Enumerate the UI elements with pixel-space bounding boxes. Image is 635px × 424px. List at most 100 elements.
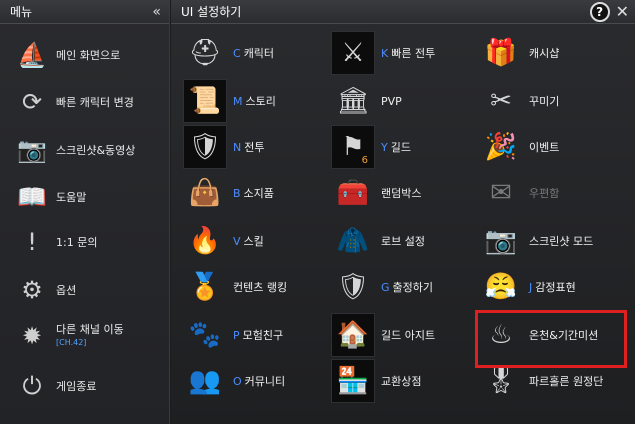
ui-item-sortie[interactable]: 🛡 G 출정하기 [331, 264, 433, 310]
item-label: 빠른 전투 [391, 47, 436, 60]
hot-spring-icon: ♨ [489, 320, 513, 350]
item-label: 이벤트 [529, 141, 560, 154]
ranking-medal-icon: 🏅 [188, 272, 222, 302]
hotkey-label: G [381, 281, 390, 294]
item-label: 소지품 [243, 187, 274, 200]
menu-item-main-screen[interactable]: ⛵ 메인 화면으로 [14, 35, 120, 75]
item-label: 길드 [390, 141, 411, 154]
help-button[interactable]: ? [589, 1, 610, 22]
item-label: 감정표현 [535, 281, 576, 294]
ui-item-pvp[interactable]: 🏛 PVP [331, 78, 402, 124]
expedition-badge-icon: 🎖 [484, 366, 518, 396]
close-button[interactable]: ✕ [616, 2, 629, 21]
ui-item-customize[interactable]: ✂ 꾸미기 [479, 78, 559, 124]
menu-item-label: 메인 화면으로 [56, 48, 121, 62]
ui-settings-title: UI 설정하기 [181, 5, 242, 19]
ui-item-content-ranking[interactable]: 🏅 컨텐츠 랭킹 [183, 264, 287, 310]
shield-icon: 🛡 [183, 125, 227, 169]
camera-icon: 📷 [17, 136, 47, 164]
item-label: 스크린샷 모드 [529, 235, 594, 248]
ui-item-inventory[interactable]: 👜 B 소지품 [183, 170, 274, 216]
menu-item-label: 게임종료 [56, 379, 97, 393]
hotkey-label: P [233, 329, 240, 342]
scissors-icon: ✂ [490, 86, 512, 116]
menu-item-exit-game[interactable]: ⏻ 게임종료 [14, 366, 97, 406]
ship-icon: ⛵ [17, 41, 47, 69]
menu-item-change-channel[interactable]: ✹ 다른 채널 이동 [CH.42] [14, 316, 124, 356]
ui-item-character[interactable]: ⛑ C 캐릭터 [183, 30, 274, 76]
hotkey-label: K [381, 47, 389, 60]
bag-icon: 👜 [188, 178, 222, 208]
hotkey-label: N [233, 141, 242, 154]
ui-item-event[interactable]: 🎉 이벤트 [479, 124, 560, 170]
item-label: 교환상점 [381, 375, 422, 388]
ui-item-exchange-shop[interactable]: 🏪 교환상점 [331, 358, 421, 404]
camera-icon: 📷 [484, 226, 518, 256]
item-label: 온천&기간미션 [529, 329, 599, 342]
menu-item-label: 다른 채널 이동 [56, 323, 124, 336]
chest-icon: 🧰 [336, 178, 370, 208]
hotkey-label: J [529, 281, 533, 294]
left-menu-panel: 메뉴 « ⛵ 메인 화면으로 ⟳ 빠른 캐릭터 변경 📷 스크린샷&동영상 📖 … [0, 0, 170, 424]
menu-item-options[interactable]: ⚙ 옵션 [14, 270, 76, 310]
menu-item-help[interactable]: 📖 도움말 [14, 177, 86, 217]
menu-item-screenshot-video[interactable]: 📷 스크린샷&동영상 [14, 130, 135, 170]
menu-item-label: 옵션 [56, 283, 77, 297]
scroll-icon: 📜 [183, 79, 227, 123]
ui-item-guild[interactable]: ⚑ 6 Y 길드 [331, 124, 411, 170]
emote-face-icon: 😤 [484, 272, 518, 302]
exclamation-icon: ! [27, 228, 37, 256]
hotkey-label: M [233, 95, 243, 108]
ui-item-expedition[interactable]: 🎖 파르홀른 원정단 [479, 358, 603, 404]
ui-item-guild-hideout[interactable]: 🏠 길드 아지트 [331, 312, 435, 358]
ui-settings-header: UI 설정하기 ? ✕ [171, 0, 635, 24]
menu-item-label: 스크린샷&동영상 [56, 143, 136, 157]
helmet-icon: ⛑ [188, 38, 222, 68]
flame-skill-icon: 🔥 [188, 226, 222, 256]
menu-item-quick-character-change[interactable]: ⟳ 빠른 캐릭터 변경 [14, 82, 134, 122]
hotkey-label: O [233, 375, 242, 388]
item-label: 스토리 [245, 95, 276, 108]
menu-item-inquiry[interactable]: ! 1:1 문의 [14, 222, 97, 262]
item-label: 파르홀른 원정단 [529, 375, 604, 388]
hotkey-label: C [233, 47, 241, 60]
left-panel-header: 메뉴 « [0, 0, 169, 24]
colosseum-icon: 🏛 [336, 86, 370, 116]
people-icon: 👥 [188, 366, 222, 396]
menu-item-label: 1:1 문의 [56, 235, 98, 249]
ui-item-screenshot-mode[interactable]: 📷 스크린샷 모드 [479, 218, 593, 264]
ui-item-random-box[interactable]: 🧰 랜덤박스 [331, 170, 422, 216]
item-label: 출정하기 [392, 281, 434, 294]
gears-icon: ⚙ [21, 276, 43, 304]
left-panel-title: 메뉴 [10, 5, 33, 19]
ui-item-mailbox[interactable]: ✉ 우편함 [479, 170, 559, 216]
party-popper-icon: 🎉 [484, 132, 518, 162]
ui-item-skill[interactable]: 🔥 V 스킬 [183, 218, 264, 264]
ui-item-fast-battle[interactable]: ⚔ K 빠른 전투 [331, 30, 435, 76]
gift-icon: 🎁 [484, 38, 518, 68]
item-label: 커뮤니티 [244, 375, 286, 388]
item-label: 우편함 [529, 187, 560, 200]
robe-icon: 🧥 [336, 226, 370, 256]
item-label: 로브 설정 [381, 235, 425, 248]
crest-icon: 🛡 [336, 272, 370, 302]
hotkey-label: Y [381, 141, 388, 154]
ui-item-story[interactable]: 📜 M 스토리 [183, 78, 276, 124]
ui-settings-panel: UI 설정하기 ? ✕ ⛑ C 캐릭터 ⚔ K 빠른 전투 🎁 캐시샵 📜 M 스토리… [171, 0, 635, 424]
ui-item-community[interactable]: 👥 O 커뮤니티 [183, 358, 285, 404]
flag-icon: ⚑ 6 [331, 125, 375, 169]
ui-item-battle[interactable]: 🛡 N 전투 [183, 124, 264, 170]
item-label: PVP [381, 94, 402, 108]
ui-item-adventure-buddy[interactable]: 🐾 P 모험친구 [183, 312, 283, 358]
shop-awning-icon: 🏪 [331, 359, 375, 403]
power-icon: ⏻ [22, 372, 42, 400]
ui-item-emotes[interactable]: 😤 J 감정표현 [479, 264, 576, 310]
ui-item-cash-shop[interactable]: 🎁 캐시샵 [479, 30, 560, 76]
ui-item-hot-spring-mission[interactable]: ♨ 온천&기간미션 [479, 312, 598, 358]
book-icon: 📖 [17, 183, 47, 211]
collapse-icon[interactable]: « [152, 4, 161, 20]
ui-item-robe-settings[interactable]: 🧥 로브 설정 [331, 218, 425, 264]
character-swap-icon: ⟳ [21, 88, 43, 116]
item-label: 캐시샵 [529, 47, 560, 60]
hideout-icon: 🏠 [331, 313, 375, 357]
